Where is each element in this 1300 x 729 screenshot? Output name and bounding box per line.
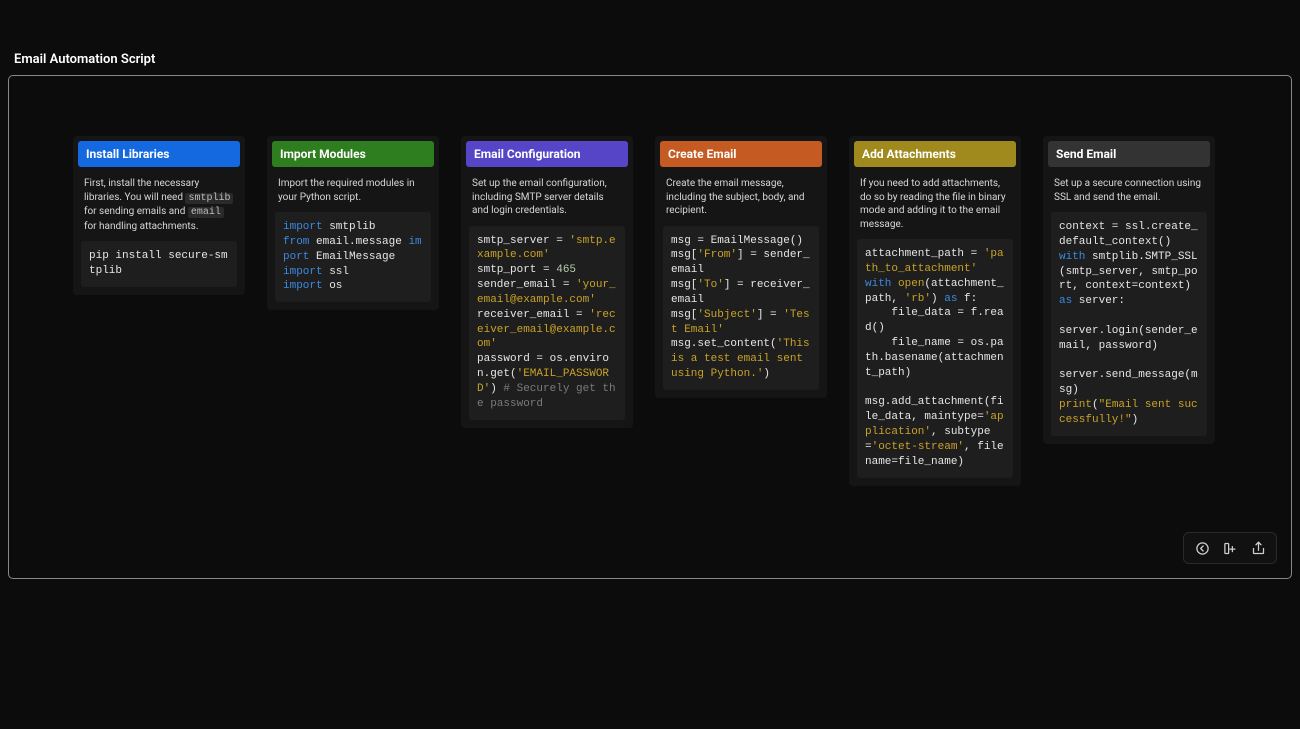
page-title: Email Automation Script [0,48,1300,71]
card-header: Email Configuration [466,141,628,167]
code-block: context = ssl.create_default_context() w… [1051,212,1207,436]
code-text: sender_email = [477,279,576,291]
code-text: ) [763,368,770,380]
card-import-modules: Import Modules Import the required modul… [267,136,439,310]
card-header: Install Libraries [78,141,240,167]
share-icon [1251,541,1266,556]
code-text: ssl [323,266,349,278]
code-block: smtp_server = 'smtp.example.com' smtp_po… [469,226,625,420]
code-block: import smtplib from email.message import… [275,212,431,302]
code-text: msg.set_content( [671,338,777,350]
code-text: server.login(sender_email, password) [1059,325,1198,352]
code-text: server.send_message(msg) [1059,369,1198,396]
code-text: context = ssl.create_default_context() [1059,221,1198,248]
card-header: Add Attachments [854,141,1016,167]
code-text: msg.add_attachment(file_data, maintype= [865,396,1004,423]
card-header: Send Email [1048,141,1210,167]
code-fn: print [1059,399,1092,411]
code-kw: with [865,278,891,290]
desc-text: for sending emails and [84,206,188,217]
inline-code: smtplib [185,193,233,204]
code-str: 'Subject' [697,309,756,321]
code-kw: import [283,221,323,233]
card-header: Create Email [660,141,822,167]
code-text: receiver_email = [477,309,589,321]
code-text: ) [490,383,503,395]
card-desc: Set up a secure connection using SSL and… [1048,167,1210,212]
code-str: 'To' [697,279,723,291]
code-text: file_data = f.read() [865,307,1004,334]
code-text: ) [931,293,944,305]
card-desc: If you need to add attachments, do so by… [854,167,1016,239]
code-kw: import [283,266,323,278]
card-desc: First, install the necessary libraries. … [78,167,240,241]
code-text: ) [1132,414,1139,426]
code-kw: with [1059,251,1085,263]
code-kw: import [283,280,323,292]
code-str: 'From' [697,249,737,261]
code-kw: as [944,293,957,305]
code-text: smtplib [323,221,376,233]
card-install-libraries: Install Libraries First, install the nec… [73,136,245,295]
code-str: 'octet-stream' [872,441,964,453]
card-email-configuration: Email Configuration Set up the email con… [461,136,633,428]
code-text: server: [1072,295,1125,307]
card-desc: Import the required modules in your Pyth… [272,167,434,212]
code-fn: open [898,278,924,290]
code-text: smtp_port = [477,264,556,276]
desc-text: for handling attachments. [84,221,198,232]
canvas-toolbar [1183,532,1277,564]
add-step-button[interactable] [1220,538,1240,558]
card-desc: Create the email message, including the … [660,167,822,226]
code-text: smtp_server = [477,235,569,247]
card-header: Import Modules [272,141,434,167]
add-column-icon [1223,541,1238,556]
code-text: ] = [757,309,783,321]
code-text: ( [1092,399,1099,411]
desc-text: First, install the necessary libraries. … [84,178,199,203]
code-kw: from [283,236,309,248]
inline-code: email [188,207,224,218]
code-block: attachment_path = 'path_to_attachment' w… [857,239,1013,478]
code-text: file_name = os.path.basename(attachment_… [865,337,1004,379]
cards-row: Install Libraries First, install the nec… [9,136,1291,486]
card-add-attachments: Add Attachments If you need to add attac… [849,136,1021,486]
card-create-email: Create Email Create the email message, i… [655,136,827,398]
code-text: msg[ [671,279,697,291]
code-text: EmailMessage [309,251,395,263]
share-button[interactable] [1248,538,1268,558]
code-text: msg = EmailMessage() [671,235,803,247]
chevron-left-circle-icon [1195,541,1210,556]
code-text: msg[ [671,249,697,261]
code-text: email.message [309,236,408,248]
code-line: pip install secure-smtplib [89,250,228,277]
code-str: 'rb' [905,293,931,305]
code-text: f: [957,293,977,305]
card-desc: Set up the email configuration, includin… [466,167,628,226]
code-text: attachment_path = [865,248,984,260]
code-text: msg[ [671,309,697,321]
code-block: pip install secure-smtplib [81,241,237,287]
content-canvas: Install Libraries First, install the nec… [8,75,1292,579]
back-button[interactable] [1192,538,1212,558]
code-num: 465 [556,264,576,276]
card-send-email: Send Email Set up a secure connection us… [1043,136,1215,444]
code-text: os [323,280,343,292]
code-kw: as [1059,295,1072,307]
code-block: msg = EmailMessage() msg['From'] = sende… [663,226,819,390]
